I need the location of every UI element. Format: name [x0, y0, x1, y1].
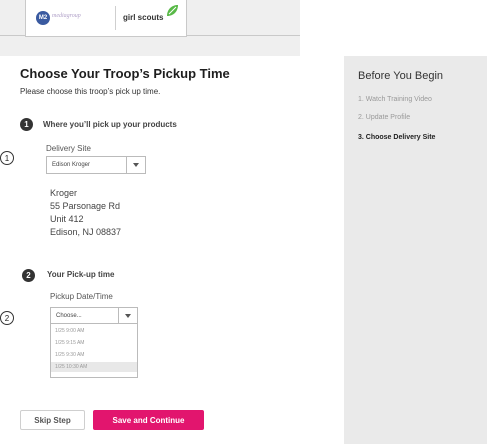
header-divider-right [185, 35, 300, 36]
sidebar: Before You Begin 1. Watch Training Video… [344, 56, 487, 444]
delivery-site-value: Edison Kroger [52, 162, 91, 168]
chevron-down-icon[interactable] [118, 308, 137, 323]
page-subtitle: Please choose this troop’s pick up time. [20, 87, 161, 96]
callout-1: 1 [0, 151, 14, 165]
address-city: Edison, NJ 08837 [50, 227, 122, 237]
delivery-site-label: Delivery Site [46, 144, 91, 153]
step-2-badge: 2 [22, 269, 35, 282]
callout-2: 2 [0, 311, 14, 325]
leaf-icon [167, 5, 178, 16]
delivery-site-select[interactable]: Edison Kroger [46, 156, 146, 174]
page-title: Choose Your Troop’s Pickup Time [20, 66, 230, 81]
sidebar-title: Before You Begin [358, 70, 444, 82]
save-and-continue-button[interactable]: Save and Continue [93, 410, 204, 430]
partner-name: girl scouts [123, 13, 164, 22]
tab-divider [115, 6, 116, 30]
brand-tab: M2 mediagroup girl scouts [25, 0, 187, 37]
address-name: Kroger [50, 188, 78, 198]
address-unit: Unit 412 [50, 214, 84, 224]
pickup-time-options: 1/25 9:00 AM 1/25 9:15 AM 1/25 9:30 AM 1… [50, 324, 138, 378]
page: M2 mediagroup girl scouts Choose Your Tr… [0, 0, 487, 444]
pickup-time-select[interactable]: Choose... [50, 307, 138, 324]
address-street: 55 Parsonage Rd [50, 201, 121, 211]
pickup-time-value: Choose... [56, 312, 82, 319]
sidebar-step-delivery: 3. Choose Delivery Site [358, 134, 436, 141]
step-2-title: Your Pick-up time [47, 270, 115, 279]
pickup-time-option[interactable]: 1/25 9:00 AM [51, 326, 137, 336]
pickup-time-option[interactable]: 1/25 9:30 AM [51, 350, 137, 360]
sidebar-step-training: 1. Watch Training Video [358, 96, 432, 103]
m2-logo: M2 [36, 11, 50, 25]
skip-step-button[interactable]: Skip Step [20, 410, 85, 430]
pickup-time-option[interactable]: 1/25 9:15 AM [51, 338, 137, 348]
sidebar-step-profile: 2. Update Profile [358, 114, 411, 121]
pickup-time-option[interactable]: 1/25 10:30 AM [51, 362, 137, 372]
step-1-badge: 1 [20, 118, 33, 131]
pickup-time-label: Pickup Date/Time [50, 292, 113, 301]
chevron-down-icon[interactable] [126, 157, 145, 173]
step-1-title: Where you’ll pick up your products [43, 120, 177, 129]
header-divider-left [0, 35, 25, 36]
m2-subtext: mediagroup [52, 13, 81, 19]
